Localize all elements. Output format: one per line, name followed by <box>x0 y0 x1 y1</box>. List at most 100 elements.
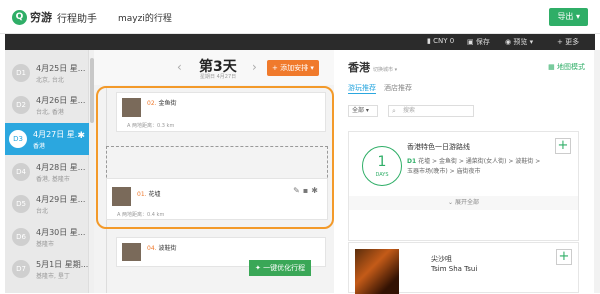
dark-toolbar: ▮ CNY 0 ▣ 保存 ◉ 预览 ▾ + 更多 <box>5 34 595 50</box>
route-stop: 金鱼街 <box>438 158 457 165</box>
poi-thumbnail <box>122 98 141 117</box>
switch-city-link[interactable]: 切换城市 ▾ <box>373 66 397 73</box>
dragging-plan-card[interactable]: 01. 花墟 A 两地距离：0.4 km ✎▪✱ <box>106 178 328 220</box>
route-title: 香港特色一日游路线 <box>407 143 470 151</box>
optimize-button[interactable]: ✦ 一键优化行程 <box>249 260 312 276</box>
days-count: 1 <box>377 154 387 170</box>
logo[interactable]: Q 穷游 行程助手 <box>12 9 97 25</box>
day-badge: D1 <box>12 64 30 82</box>
poi-name-en: Tsim Sha Tsui <box>431 265 478 273</box>
poi-number: 02. <box>147 100 157 107</box>
day-badge: D7 <box>12 260 30 278</box>
day-item-5[interactable]: D5 4月29日 星... 台北 <box>8 188 90 220</box>
poi-title: 01. 花墟 <box>137 189 160 198</box>
route-stop: 花墟 <box>418 158 431 165</box>
day-date: 4月29日 星... <box>36 195 86 204</box>
days-badge: 1 DAYS <box>362 146 402 186</box>
gear-icon[interactable]: ✱ <box>77 131 85 141</box>
day-item-7[interactable]: D7 5月1日 星期... 基隆市, 垦丁 <box>8 253 90 285</box>
chevron-down-icon: ⌄ <box>448 199 455 206</box>
save-button[interactable]: ▣ 保存 <box>467 37 490 47</box>
search-icon: ⌕ <box>392 107 396 115</box>
expand-label: 展开全部 <box>454 199 479 206</box>
day-badge: D2 <box>12 96 30 114</box>
prev-day-icon[interactable]: ‹ <box>177 60 182 74</box>
poi-name: 尖沙咀 <box>431 255 452 263</box>
route-path: D1 花墟 > 金鱼街 > 通菜街(女人街) > 波鞋街 > 玉器市场(晚市) … <box>407 158 541 175</box>
poi-title: 02. 金鱼街 <box>147 98 176 107</box>
currency-label: CNY 0 <box>433 37 455 45</box>
poi-thumbnail <box>112 187 131 206</box>
day-city: 香港 <box>33 143 46 150</box>
edit-icon[interactable]: ✎ <box>293 186 303 195</box>
next-day-icon[interactable]: › <box>252 60 257 74</box>
add-route-button[interactable]: + <box>555 138 571 154</box>
card-tools: ✎▪✱ <box>293 186 321 195</box>
preview-button[interactable]: ◉ 预览 ▾ <box>505 37 533 47</box>
poi-number: 01. <box>137 191 147 198</box>
day-city: 北京, 台北 <box>36 77 64 84</box>
search-input[interactable]: ⌕ 搜索 <box>388 105 474 117</box>
poi-thumbnail <box>122 243 141 261</box>
magic-wand-icon: ✦ <box>255 264 264 272</box>
city-name: 香港 <box>348 61 370 74</box>
day-item-2[interactable]: D2 4月26日 星... 台北, 香港 <box>8 89 90 121</box>
recommend-panel: 香港 切换城市 ▾ ▦ 地图模式 游玩推荐 酒店推荐 全部 ▾ ⌕ 搜索 1 D… <box>336 50 595 294</box>
right-scrollbar[interactable] <box>594 50 600 293</box>
day-date: 4月25日 星... <box>36 64 86 73</box>
day-item-3[interactable]: D3 4月27日 星... 香港 ✱ <box>5 123 89 155</box>
poi-name: 金鱼街 <box>158 100 177 107</box>
day-city: 台北, 香港 <box>36 109 64 116</box>
day-item-1[interactable]: D1 4月25日 星... 北京, 台北 <box>8 57 90 89</box>
top-bar: Q 穷游 行程助手 mayzi的行程 导出 ▾ <box>0 0 600 34</box>
logo-subtitle: 行程助手 <box>57 13 97 25</box>
save-icon: ▣ <box>467 38 476 46</box>
poi-distance: A 两地距离：0.3 km <box>127 123 175 129</box>
day-date: 4月26日 星... <box>36 96 86 105</box>
route-stop: 玉器市场(晚市) <box>407 168 448 175</box>
route-card[interactable]: 1 DAYS 香港特色一日游路线 D1 花墟 > 金鱼街 > 通菜街(女人街) … <box>348 131 579 241</box>
settings-icon[interactable]: ✱ <box>311 186 321 195</box>
logo-name: 穷游 <box>30 11 52 24</box>
day-date: 4月28日 星... <box>36 163 86 172</box>
days-label: DAYS <box>375 172 389 178</box>
day-item-6[interactable]: D6 4月30日 星... 基隆市 <box>8 221 90 253</box>
preview-label: 预览 ▾ <box>513 38 534 46</box>
day-header: ‹ 第3天 星期日 4月27日 › + 添加安排 ▾ <box>94 50 334 85</box>
search-placeholder: 搜索 <box>403 107 416 114</box>
map-mode-button[interactable]: ▦ 地图模式 <box>548 62 585 72</box>
day-badge: D6 <box>12 228 30 246</box>
day-date: 4月30日 星... <box>36 228 86 237</box>
trip-title[interactable]: mayzi的行程 <box>118 11 172 24</box>
map-mode-label: 地图模式 <box>557 63 585 71</box>
day-city: 台北 <box>36 208 49 215</box>
poi-card[interactable]: 尖沙咀 Tsim Sha Tsui + <box>348 242 579 294</box>
route-stop: 波鞋街 <box>515 158 534 165</box>
day-subtitle: 星期日 4月27日 <box>200 74 237 80</box>
add-poi-button[interactable]: + <box>556 249 572 265</box>
poi-name: 波鞋街 <box>158 245 177 252</box>
poi-number: 04. <box>147 245 157 252</box>
day-date: 4月27日 星... <box>33 130 83 139</box>
route-day-code: D1 <box>407 158 417 165</box>
plan-card[interactable]: 02. 金鱼街 A 两地距离：0.3 km <box>116 92 326 132</box>
day-badge: D4 <box>12 163 30 181</box>
route-stop: 庙街夜市 <box>456 168 481 175</box>
currency-button[interactable]: ▮ CNY 0 <box>427 37 454 45</box>
day-item-4[interactable]: D4 4月28日 星... 香港, 基隆市 <box>8 156 90 188</box>
filter-select[interactable]: 全部 ▾ <box>348 105 378 117</box>
add-plan-button[interactable]: + 添加安排 ▾ <box>267 60 319 76</box>
save-label: 保存 <box>475 38 490 46</box>
more-button[interactable]: + 更多 <box>557 37 579 47</box>
logo-mark: Q <box>12 9 27 25</box>
export-button[interactable]: 导出 ▾ <box>549 8 588 26</box>
poi-title: 04. 波鞋街 <box>147 243 176 252</box>
tab-play[interactable]: 游玩推荐 <box>348 83 376 94</box>
day-city: 香港, 基隆市 <box>36 176 70 183</box>
map-icon: ▦ <box>548 63 557 71</box>
expand-all-button[interactable]: ⌄ 展开全部 <box>349 196 578 210</box>
tab-hotel[interactable]: 酒店推荐 <box>384 83 412 93</box>
route-stop: 通菜街(女人街) <box>465 158 507 165</box>
day-badge: D5 <box>12 195 30 213</box>
day-sidebar: D1 4月25日 星... 北京, 台北 D2 4月26日 星... 台北, 香… <box>5 50 89 293</box>
